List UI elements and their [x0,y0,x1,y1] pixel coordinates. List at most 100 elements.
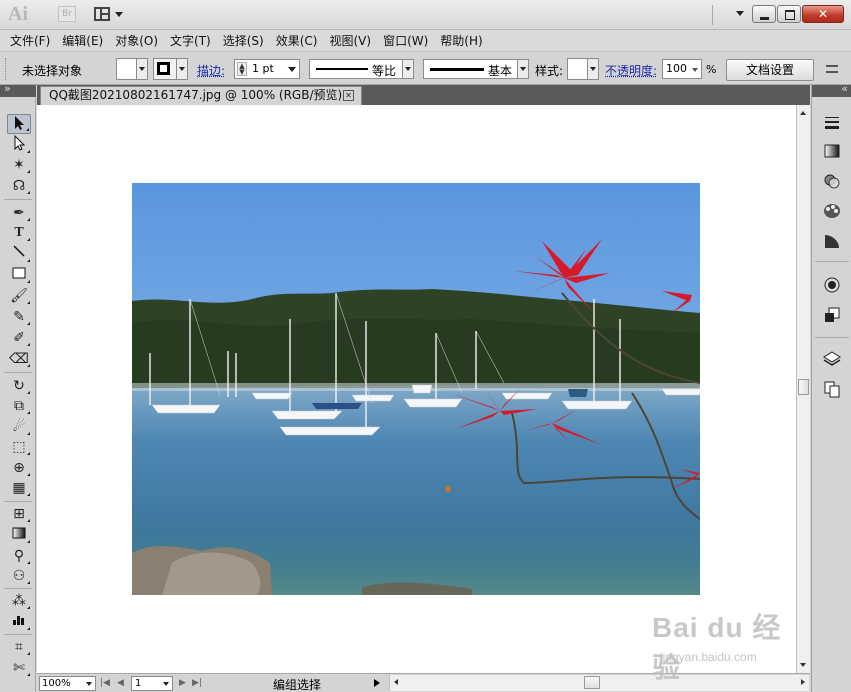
symbol-sprayer-tool-icon[interactable]: ⁂ [7,591,31,611]
last-artboard-icon[interactable]: ▶| [192,678,202,688]
eyedropper-tool-icon[interactable]: ⚲ [7,546,31,566]
maximize-button[interactable] [777,5,801,23]
scroll-up-icon[interactable] [800,111,806,115]
menu-type[interactable]: 文字(T) [164,31,217,51]
stroke-weight-value[interactable]: 1 pt [252,62,274,75]
rectangle-tool-icon[interactable] [7,265,31,285]
menu-edit[interactable]: 编辑(E) [56,31,109,51]
opacity-panel-link[interactable]: 不透明度: [605,62,657,79]
scale-tool-icon[interactable]: ⧉ [7,396,31,416]
horizontal-scroll-thumb[interactable] [584,676,600,689]
panel-grip[interactable] [5,58,8,80]
paintbrush-tool-icon[interactable]: 🖌 [7,286,31,306]
type-tool-icon[interactable]: T [7,223,31,243]
scroll-down-icon[interactable] [800,663,806,667]
blob-brush-tool-icon[interactable]: ✐ [7,328,31,348]
menu-file[interactable]: 文件(F) [4,31,56,51]
stroke-weight-field[interactable]: ▲ ▼ 1 pt [234,59,300,79]
horizontal-scrollbar[interactable] [389,675,809,691]
color-panel-icon[interactable] [822,201,842,221]
arrange-documents-button[interactable] [94,6,124,24]
gradient-tool-icon[interactable] [7,525,31,545]
go-to-bridge-button[interactable]: Br [58,6,76,22]
menu-select[interactable]: 选择(S) [217,31,270,51]
style-label: 样式: [535,62,563,79]
scroll-left-icon[interactable] [394,679,398,685]
transparency-panel-icon[interactable] [822,171,842,191]
symbols-panel-icon[interactable] [822,275,842,295]
pencil-tool-icon[interactable]: ✎ [7,307,31,327]
gradient-panel-icon[interactable] [822,141,842,161]
blend-tool-icon[interactable]: ⚇ [7,566,31,586]
stroke-color-swatch[interactable] [153,58,188,80]
brush-definition-select[interactable]: 基本 [423,59,529,79]
minimize-button[interactable] [752,5,776,23]
appearance-panel-icon[interactable] [822,231,842,251]
close-tab-icon[interactable]: ✕ [343,90,354,101]
workspace-switcher-button[interactable] [736,11,744,16]
next-artboard-icon[interactable]: ▶ [179,678,186,688]
pen-tool-icon[interactable]: ✒ [7,203,31,223]
menu-object[interactable]: 对象(O) [109,31,164,51]
rotate-tool-icon[interactable]: ↻ [7,376,31,396]
stroke-panel-link[interactable]: 描边: [197,62,225,79]
artboards-panel-icon[interactable] [822,379,842,399]
chevron-down-icon[interactable] [163,682,169,686]
chevron-down-icon[interactable] [136,59,147,79]
vertical-scrollbar[interactable] [796,105,810,673]
graphic-styles-panel-icon[interactable] [822,305,842,325]
chevron-down-icon[interactable] [288,67,296,72]
selection-tool-icon[interactable] [7,114,31,134]
chevron-down-icon[interactable] [402,60,413,78]
lasso-tool-icon[interactable]: ☊ [7,176,31,196]
zoom-value[interactable]: 100% [42,678,71,689]
direct-selection-tool-icon[interactable] [7,135,31,155]
artboard-tool-icon[interactable]: ⌗ [7,637,31,657]
status-menu-icon[interactable] [374,679,380,687]
fill-color-swatch[interactable] [116,58,148,80]
close-button[interactable] [802,5,844,23]
collapse-panel-icon[interactable] [0,85,36,97]
document-setup-button[interactable]: 文档设置 [726,59,814,81]
line-segment-tool-icon[interactable] [7,244,31,264]
opacity-value[interactable]: 100 [666,62,687,75]
chevron-down-icon[interactable] [517,60,528,78]
opacity-field[interactable]: 100 [662,59,702,79]
previous-artboard-icon[interactable]: ◀ [117,678,124,688]
layers-panel-icon[interactable] [822,349,842,369]
column-graph-tool-icon[interactable] [7,612,31,632]
chevron-down-icon[interactable] [587,59,598,79]
magic-wand-tool-icon[interactable]: ✶ [7,155,31,175]
graphic-style-swatch[interactable] [567,58,599,80]
panel-menu-icon[interactable] [826,65,838,73]
artboard-number[interactable]: 1 [135,678,141,689]
menu-window[interactable]: 窗口(W) [377,31,434,51]
vertical-scroll-thumb[interactable] [798,379,809,395]
scroll-right-icon[interactable] [801,679,805,685]
expand-panels-icon[interactable] [812,85,851,97]
warp-tool-icon[interactable]: ☄ [7,417,31,437]
slice-tool-icon[interactable]: ✄ [7,658,31,678]
eraser-tool-icon[interactable]: ⌫ [7,349,31,369]
mesh-tool-icon[interactable]: ⊞ [7,504,31,524]
canvas[interactable] [37,105,796,673]
placed-photo[interactable] [132,183,700,595]
chevron-down-icon[interactable] [692,68,698,72]
menu-effect[interactable]: 效果(C) [270,31,324,51]
variable-width-profile-select[interactable]: 等比 [309,59,414,79]
dock-divider [815,261,849,262]
first-artboard-icon[interactable]: |◀ [100,678,110,688]
menu-view[interactable]: 视图(V) [323,31,377,51]
menu-help[interactable]: 帮助(H) [434,31,488,51]
stroke-panel-icon[interactable] [822,113,842,133]
perspective-grid-tool-icon[interactable]: ▦ [7,478,31,498]
artboard-select[interactable]: 1 [131,676,173,691]
stepper-icon[interactable]: ▲ ▼ [237,62,247,76]
chevron-down-icon[interactable] [86,682,92,686]
free-transform-tool-icon[interactable]: ⬚ [7,437,31,457]
status-bar: 100% |◀ ◀ 1 ▶ ▶| 编组选择 [37,673,810,692]
shape-builder-tool-icon[interactable]: ⊕ [7,458,31,478]
chevron-down-icon[interactable] [176,59,187,79]
zoom-select[interactable]: 100% [39,676,96,691]
document-tab[interactable]: QQ截图20210802161747.jpg @ 100% (RGB/预览) ✕ [40,86,362,105]
